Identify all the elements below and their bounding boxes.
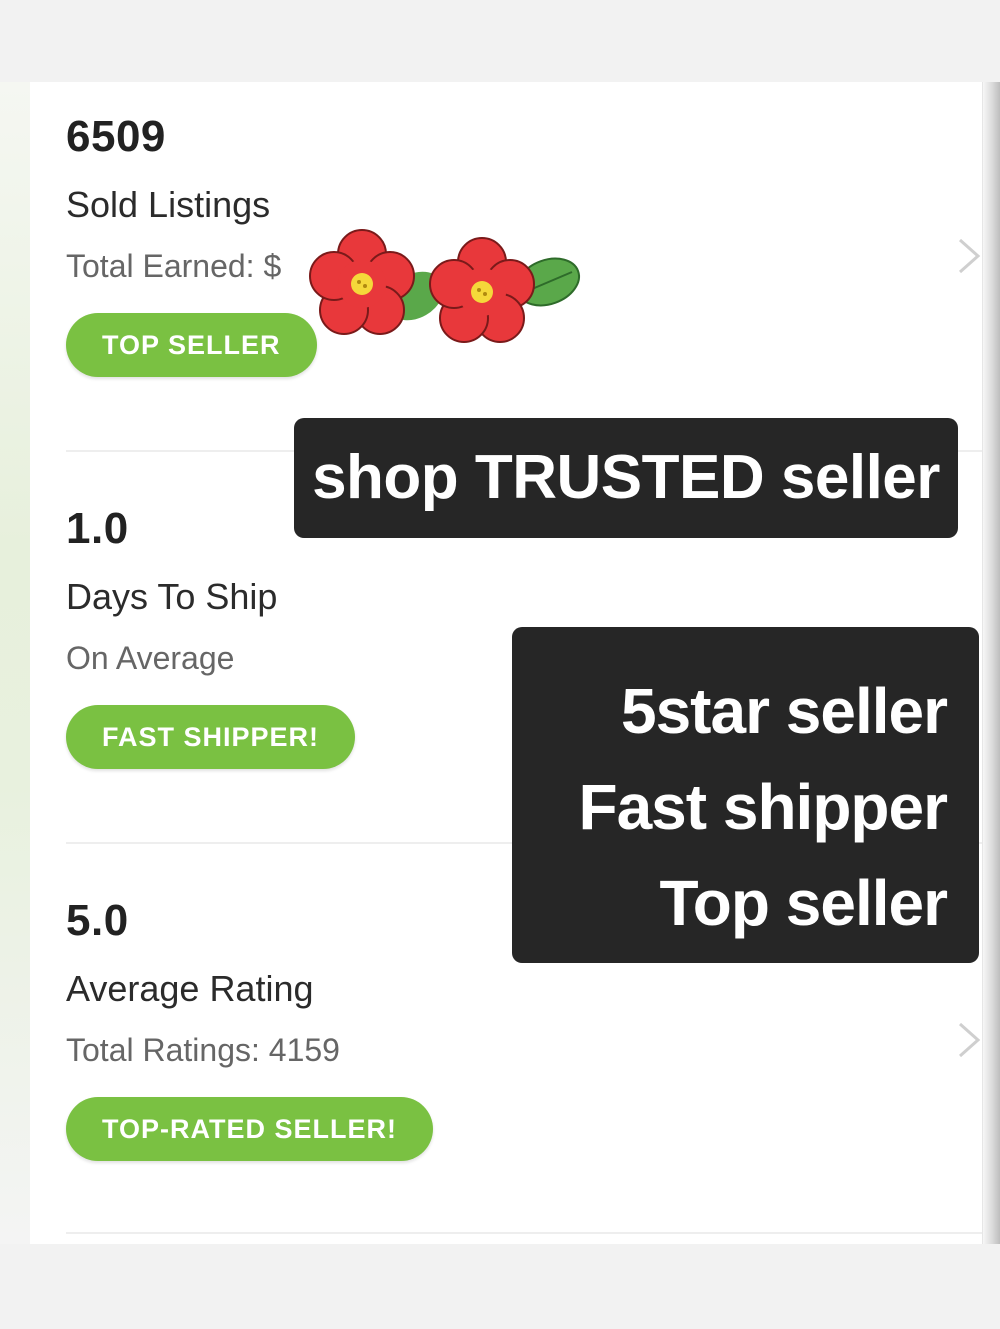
right-edge-shadow: [982, 82, 1000, 1244]
seller-highlights-overlay: 5star seller Fast shipper Top seller: [512, 627, 979, 963]
red-flowers-sticker-icon: [309, 229, 580, 343]
total-earned-label: Total Earned: $: [66, 248, 282, 284]
average-rating-value: 5.0: [66, 896, 129, 945]
trusted-seller-text: shop TRUSTED seller: [312, 443, 940, 512]
sold-listings-label: Sold Listings: [66, 184, 271, 225]
chevron-right-icon[interactable]: [956, 236, 982, 276]
fast-shipper-badge: FAST SHIPPER!: [66, 705, 356, 769]
total-ratings-label: Total Ratings: 4159: [66, 1032, 340, 1068]
divider: [66, 1232, 982, 1234]
five-star-seller-text: 5star seller: [620, 675, 948, 747]
trusted-seller-overlay: shop TRUSTED seller: [294, 418, 958, 538]
average-rating-label: Average Rating: [66, 968, 314, 1009]
stat-average-rating[interactable]: 5.0 Average Rating Total Ratings: 4159 T…: [66, 896, 434, 1161]
top-seller-text: Top seller: [659, 867, 948, 939]
on-average-label: On Average: [66, 640, 235, 676]
bottom-background: [0, 1244, 1000, 1329]
sold-listings-value: 6509: [66, 112, 166, 161]
chevron-right-icon[interactable]: [956, 1020, 982, 1060]
fast-shipper-text: Fast shipper: [578, 771, 948, 843]
top-rated-seller-badge: TOP-RATED SELLER!: [66, 1097, 434, 1161]
top-seller-badge: TOP SELLER: [66, 313, 317, 377]
stat-days-to-ship: 1.0 Days To Ship On Average FAST SHIPPER…: [66, 504, 356, 769]
stat-sold-listings[interactable]: 6509 Sold Listings Total Earned: $ TOP S…: [66, 112, 317, 377]
left-edge-glow: [0, 82, 30, 1244]
days-to-ship-label: Days To Ship: [66, 576, 278, 617]
